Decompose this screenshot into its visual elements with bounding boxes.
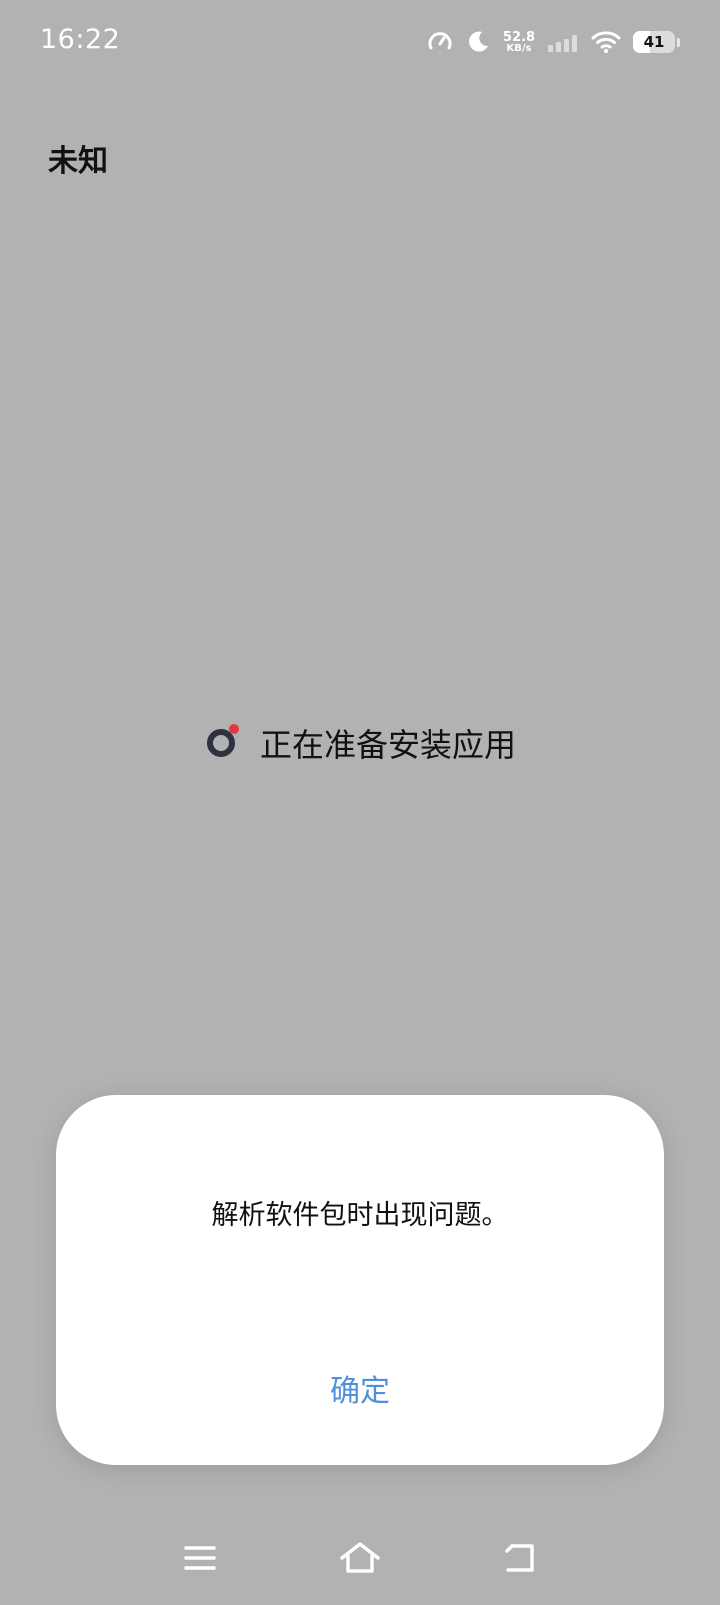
- battery-icon: 41: [633, 31, 675, 53]
- menu-button[interactable]: [170, 1530, 230, 1590]
- home-button[interactable]: [330, 1530, 390, 1590]
- navigation-bar: [0, 1530, 720, 1590]
- menu-icon: [183, 1543, 217, 1577]
- battery-level: 41: [643, 33, 665, 51]
- net-speed-unit: KB/s: [506, 42, 532, 54]
- signal-icon: [547, 31, 579, 53]
- back-button[interactable]: [490, 1530, 550, 1590]
- home-icon: [339, 1541, 381, 1579]
- wifi-icon: [591, 30, 621, 54]
- spinner-icon: [204, 722, 242, 764]
- net-speed-value: 52.8: [502, 29, 535, 45]
- error-dialog: 解析软件包时出现问题。 确定: [56, 1095, 664, 1465]
- net-speed: 52.8 KB/s: [503, 31, 535, 54]
- page-title: 未知: [48, 144, 108, 179]
- ok-button[interactable]: 确定: [310, 1363, 410, 1413]
- loading-indicator: 正在准备安装应用: [0, 720, 720, 766]
- moon-icon: [465, 29, 491, 55]
- loading-text: 正在准备安装应用: [259, 726, 516, 764]
- status-bar: 16:22 52.8 KB/s 41: [0, 0, 720, 84]
- battery-cap: [677, 37, 680, 47]
- status-icons: 52.8 KB/s 41: [427, 24, 680, 60]
- speedometer-icon: [427, 29, 453, 55]
- status-time: 16:22: [40, 24, 121, 55]
- dialog-message: 解析软件包时出现问题。: [211, 1200, 509, 1231]
- back-icon: [502, 1542, 538, 1578]
- screen: 16:22 52.8 KB/s 41 未知 正在准备安装应用 解析软件包时出现问…: [0, 0, 720, 1605]
